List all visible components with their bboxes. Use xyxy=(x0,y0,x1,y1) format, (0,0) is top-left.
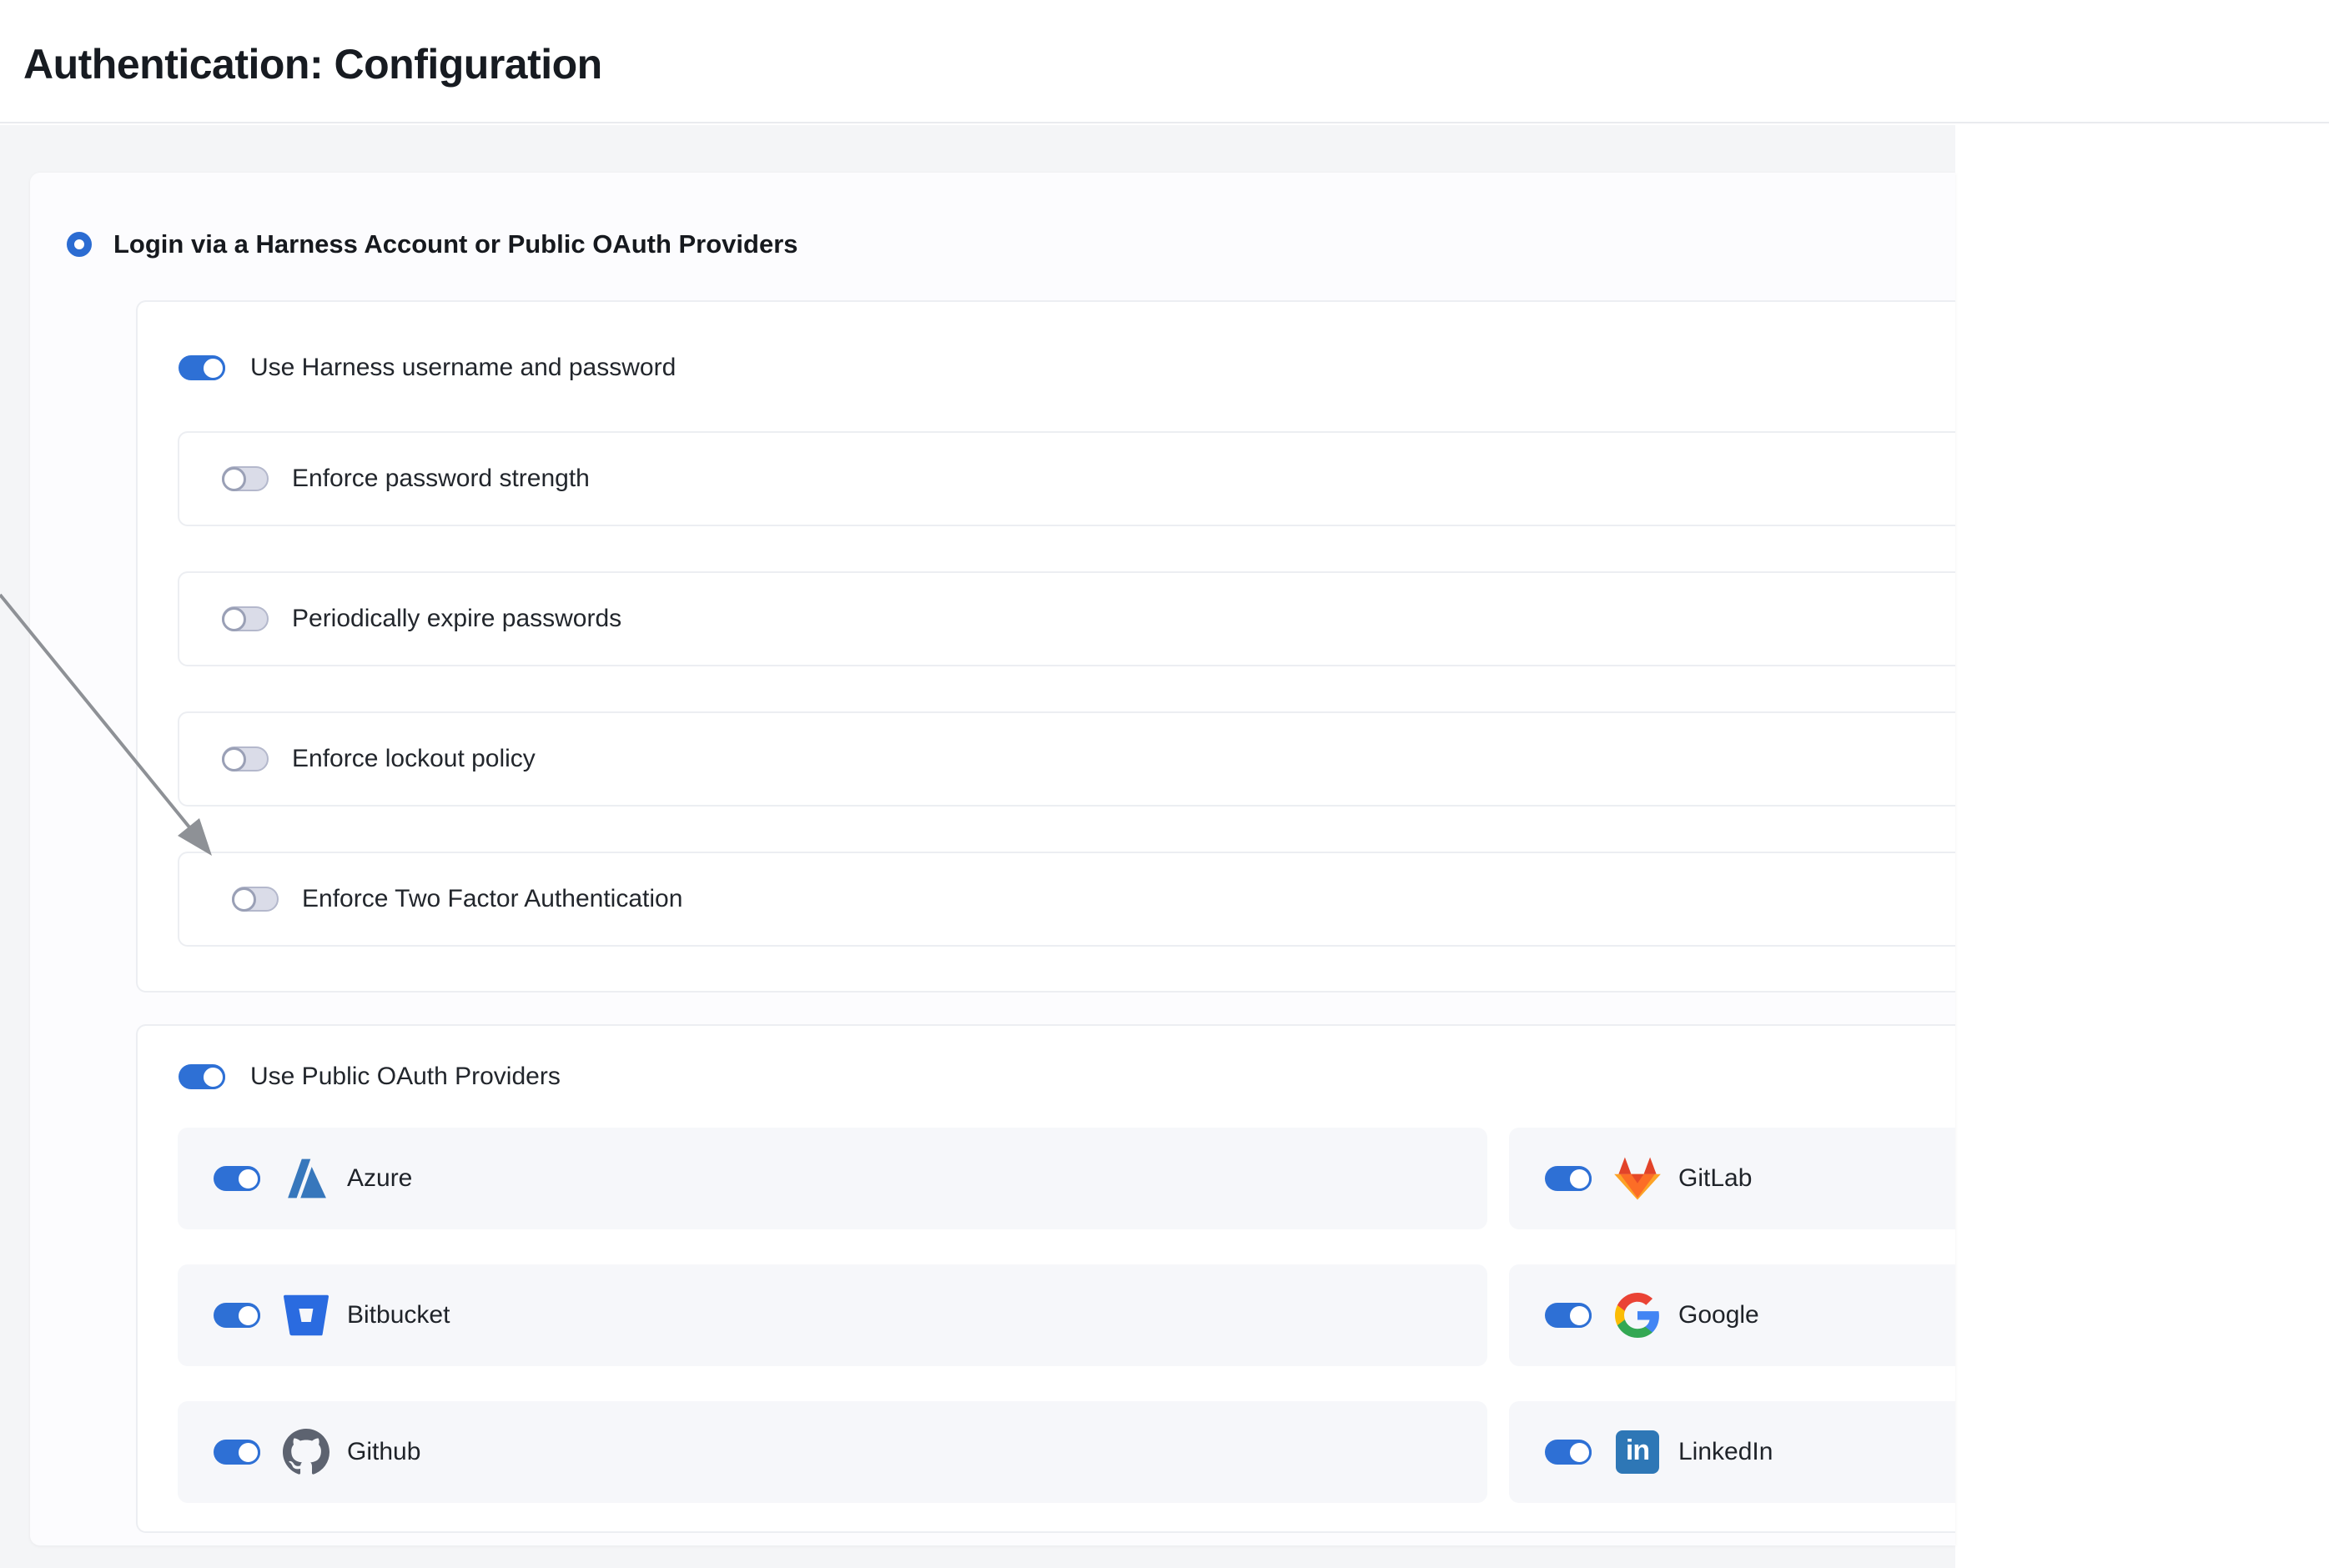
harness-login-card: Use Harness username and password Enforc… xyxy=(136,300,1955,993)
google-label: Google xyxy=(1678,1301,1759,1329)
enforce-two-factor-row: Enforce Two Factor Authentication xyxy=(178,852,1955,947)
use-harness-username-toggle[interactable] xyxy=(179,355,225,380)
google-icon xyxy=(1613,1291,1662,1339)
toggle-knob xyxy=(222,467,246,491)
oauth-providers-card: Use Public OAuth Providers Azure xyxy=(136,1024,1955,1533)
linkedin-icon: in xyxy=(1613,1428,1662,1476)
enforce-two-factor-toggle[interactable] xyxy=(232,887,279,912)
azure-icon xyxy=(282,1154,330,1203)
content-panel: Login via a Harness Account or Public OA… xyxy=(0,125,1955,1568)
toggle-knob xyxy=(1567,1304,1592,1328)
bitbucket-icon xyxy=(282,1291,330,1339)
gitlab-toggle[interactable] xyxy=(1545,1166,1592,1191)
auth-settings-card: Login via a Harness Account or Public OA… xyxy=(30,173,1955,1545)
use-public-oauth-label: Use Public OAuth Providers xyxy=(250,1063,561,1091)
linkedin-label: LinkedIn xyxy=(1678,1438,1773,1466)
periodically-expire-passwords-toggle[interactable] xyxy=(222,606,269,631)
bitbucket-toggle[interactable] xyxy=(214,1303,260,1328)
toggle-knob xyxy=(1567,1440,1592,1465)
toggle-knob xyxy=(222,747,246,771)
enforce-lockout-policy-label: Enforce lockout policy xyxy=(292,745,536,773)
use-public-oauth-toggle[interactable] xyxy=(179,1064,225,1089)
linkedin-badge-text: in xyxy=(1616,1430,1659,1474)
toggle-knob xyxy=(201,356,225,380)
azure-toggle[interactable] xyxy=(214,1166,260,1191)
provider-row-azure: Azure xyxy=(178,1128,1487,1229)
enforce-lockout-policy-row: Enforce lockout policy xyxy=(178,711,1955,807)
page-title: Authentication: Configuration xyxy=(23,40,602,88)
enforce-lockout-policy-toggle[interactable] xyxy=(222,746,269,771)
login-method-radio-row[interactable]: Login via a Harness Account or Public OA… xyxy=(67,219,798,269)
authentication-configuration-page: { "header": { "title": "Authentication: … xyxy=(0,0,2329,1568)
toggle-knob xyxy=(201,1065,225,1089)
use-harness-username-label: Use Harness username and password xyxy=(250,354,676,382)
provider-row-google: Google xyxy=(1509,1264,1955,1366)
gitlab-icon xyxy=(1613,1154,1662,1203)
provider-row-gitlab: GitLab xyxy=(1509,1128,1955,1229)
provider-row-bitbucket: Bitbucket xyxy=(178,1264,1487,1366)
gitlab-label: GitLab xyxy=(1678,1164,1752,1193)
toggle-knob xyxy=(236,1167,260,1191)
azure-label: Azure xyxy=(347,1164,412,1193)
enforce-password-strength-toggle[interactable] xyxy=(222,466,269,491)
periodically-expire-passwords-label: Periodically expire passwords xyxy=(292,605,621,633)
toggle-knob xyxy=(222,607,246,631)
periodically-expire-passwords-row: Periodically expire passwords xyxy=(178,571,1955,666)
login-method-radio-label: Login via a Harness Account or Public OA… xyxy=(113,229,798,259)
page-header: Authentication: Configuration xyxy=(0,0,2329,123)
enforce-password-strength-label: Enforce password strength xyxy=(292,465,590,493)
provider-row-github: Github xyxy=(178,1401,1487,1503)
enforce-password-strength-row: Enforce password strength xyxy=(178,431,1955,526)
linkedin-toggle[interactable] xyxy=(1545,1440,1592,1465)
google-toggle[interactable] xyxy=(1545,1303,1592,1328)
bitbucket-label: Bitbucket xyxy=(347,1301,450,1329)
toggle-knob xyxy=(236,1440,260,1465)
use-public-oauth-toggle-row: Use Public OAuth Providers xyxy=(179,1063,561,1091)
toggle-knob xyxy=(236,1304,260,1328)
github-label: Github xyxy=(347,1438,420,1466)
toggle-knob xyxy=(232,887,256,912)
toggle-knob xyxy=(1567,1167,1592,1191)
github-icon xyxy=(282,1428,330,1476)
use-harness-username-toggle-row: Use Harness username and password xyxy=(179,354,676,382)
github-toggle[interactable] xyxy=(214,1440,260,1465)
enforce-two-factor-label: Enforce Two Factor Authentication xyxy=(302,885,682,913)
radio-selected-icon[interactable] xyxy=(67,232,92,257)
provider-row-linkedin: in LinkedIn xyxy=(1509,1401,1955,1503)
